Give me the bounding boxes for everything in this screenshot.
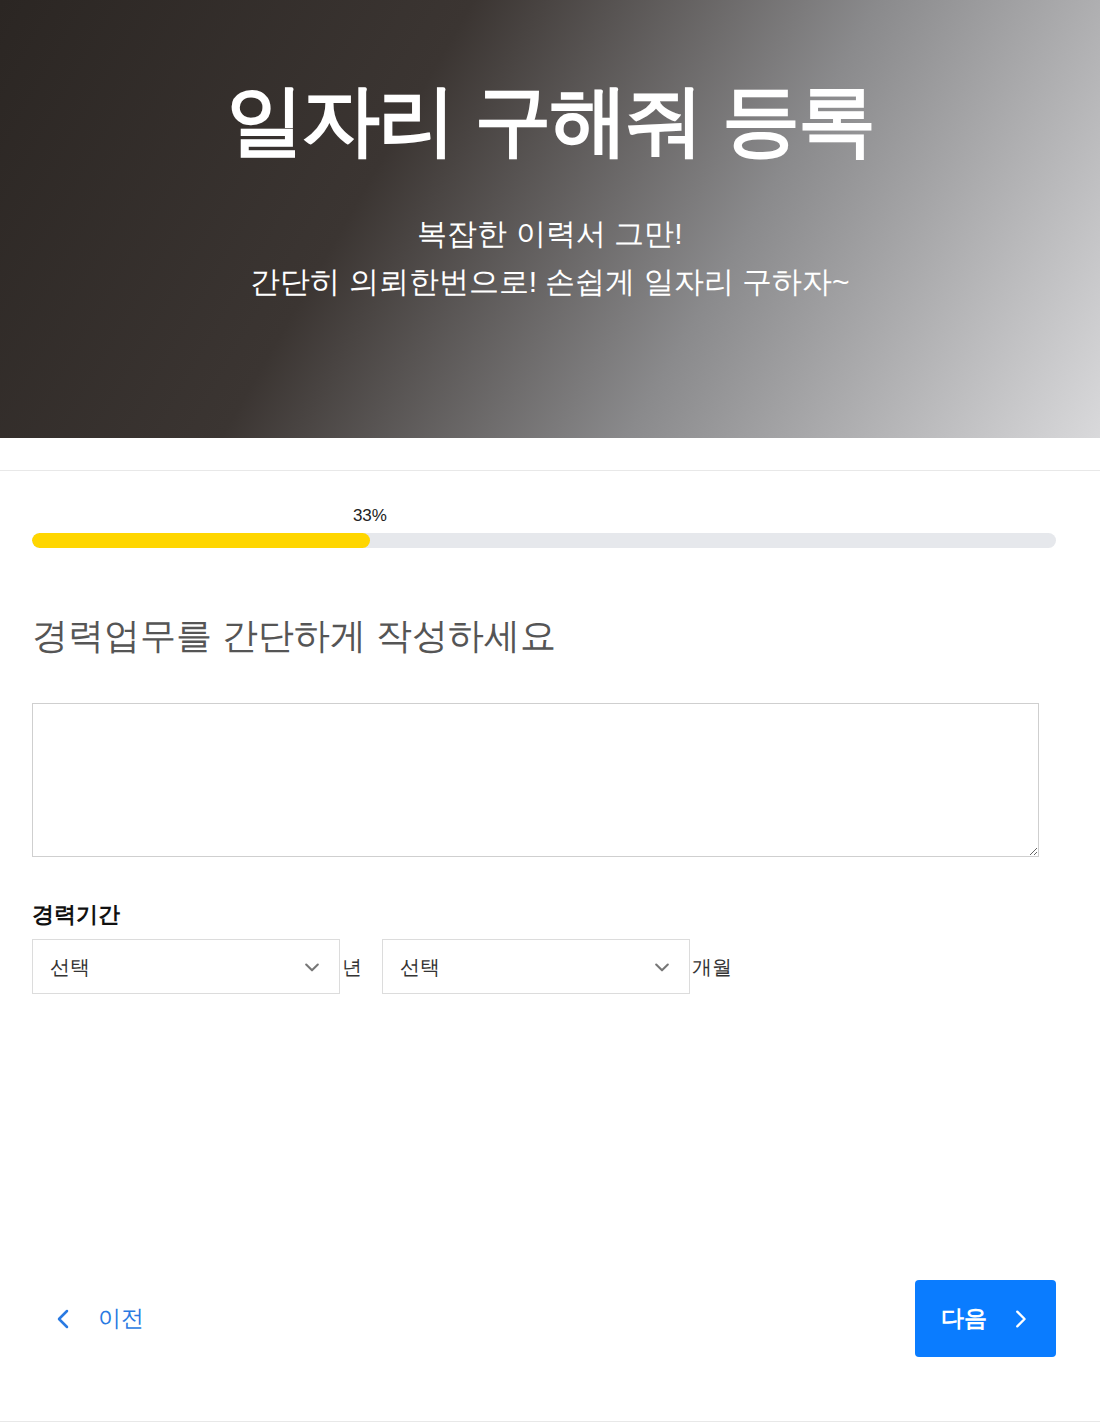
period-select[interactable]: 선택 bbox=[32, 939, 340, 994]
chevron-down-icon bbox=[302, 957, 322, 977]
period-field: 선택 년 bbox=[32, 939, 382, 994]
progress-fill bbox=[32, 533, 370, 548]
prev-label: 이전 bbox=[98, 1301, 144, 1336]
chevron-left-icon bbox=[52, 1305, 76, 1333]
career-period-fields: 선택 년 선택 개월 bbox=[32, 939, 1056, 994]
hero-subtitle: 복잡한 이력서 그만!간단히 의뢰한번으로! 손쉽게 일자리 구하자~ bbox=[250, 210, 849, 306]
chevron-right-icon bbox=[1009, 1305, 1031, 1333]
next-label: 다음 bbox=[941, 1301, 987, 1336]
period-select[interactable]: 선택 bbox=[382, 939, 690, 994]
period-unit: 개월 bbox=[692, 952, 732, 982]
nav-bar: 이전 다음 bbox=[32, 1280, 1056, 1357]
period-unit: 년 bbox=[342, 952, 380, 982]
progress: 33% bbox=[32, 505, 1056, 548]
hero-subtitle-line: 복잡한 이력서 그만! bbox=[417, 210, 682, 258]
period-field: 선택 개월 bbox=[382, 939, 734, 994]
progress-label: 33% bbox=[353, 505, 387, 527]
prev-button[interactable]: 이전 bbox=[32, 1301, 144, 1336]
period-select-value: 선택 bbox=[50, 952, 90, 982]
progress-track bbox=[32, 533, 1056, 548]
page: 일자리 구해줘 등록복잡한 이력서 그만!간단히 의뢰한번으로! 손쉽게 일자리… bbox=[0, 0, 1100, 1422]
career-textarea[interactable] bbox=[32, 703, 1039, 857]
form-area: 33% 경력업무를 간단하게 작성하세요경력기간선택 년 선택 개월이전 다음 bbox=[0, 470, 1100, 1422]
question: 경력업무를 간단하게 작성하세요 bbox=[32, 614, 1056, 658]
hero-subtitle-line: 간단히 의뢰한번으로! 손쉽게 일자리 구하자~ bbox=[250, 258, 849, 306]
hero-banner: 일자리 구해줘 등록복잡한 이력서 그만!간단히 의뢰한번으로! 손쉽게 일자리… bbox=[0, 0, 1100, 438]
chevron-down-icon bbox=[652, 957, 672, 977]
period-select-value: 선택 bbox=[400, 952, 440, 982]
hero-title: 일자리 구해줘 등록 bbox=[226, 70, 874, 170]
next-button[interactable]: 다음 bbox=[915, 1280, 1056, 1357]
career-period-label: 경력기간 bbox=[32, 901, 1056, 929]
